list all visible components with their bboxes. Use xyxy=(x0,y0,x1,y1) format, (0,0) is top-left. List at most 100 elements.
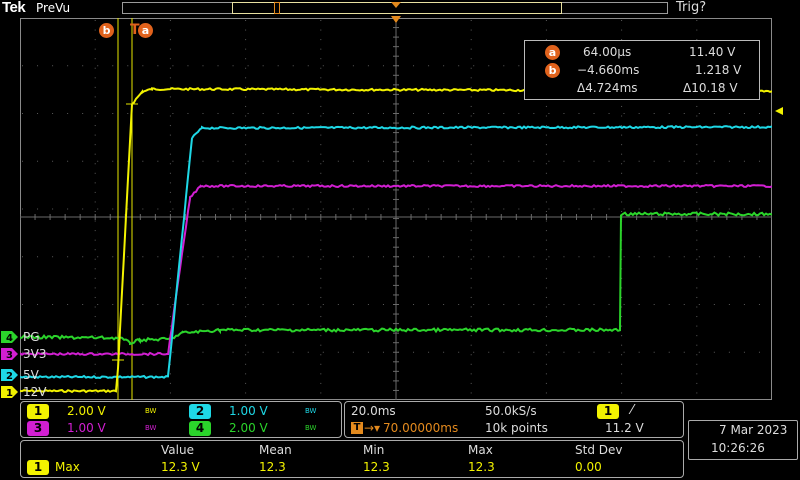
grid-dot xyxy=(623,256,625,258)
trigger-slope-icon[interactable]: ⁄ xyxy=(631,403,633,418)
grid-dot xyxy=(621,363,623,365)
grid-dot xyxy=(443,160,445,162)
grid-dot xyxy=(97,256,99,258)
timebase-panel[interactable]: 20.0ms 50.0kS/s T →▾ 70.00000ms 10k poin… xyxy=(344,401,684,438)
grid-dot xyxy=(413,160,415,162)
cursor-delta-volt: Δ10.18 V xyxy=(683,81,738,95)
grid-dot xyxy=(352,65,354,67)
grid-dot xyxy=(518,65,520,67)
grid-dot xyxy=(470,67,472,69)
cursor-b-label[interactable]: b xyxy=(99,23,114,38)
grid-dot xyxy=(169,230,171,232)
record-length[interactable]: 10k points xyxy=(485,421,548,436)
grid-dot xyxy=(382,65,384,67)
ch1-scale[interactable]: 2.00 V xyxy=(67,404,106,419)
grid-dot xyxy=(470,77,472,79)
grid-dot xyxy=(593,351,595,353)
grid-dot xyxy=(187,65,189,67)
grid-dot xyxy=(320,20,322,21)
grid-dot xyxy=(352,304,354,305)
grid-dot xyxy=(307,65,309,67)
grid-dot xyxy=(743,304,745,305)
grid-dot xyxy=(157,113,159,114)
ch2-scale[interactable]: 1.00 V xyxy=(229,404,268,419)
grid-dot xyxy=(713,160,715,162)
grid-dot xyxy=(262,113,264,114)
grid-dot xyxy=(545,335,547,337)
grid-dot xyxy=(94,258,96,260)
grid-dot xyxy=(169,268,171,270)
grid-dot xyxy=(443,113,445,114)
grid-dot xyxy=(94,382,96,384)
grid-dot xyxy=(320,277,322,279)
trigger-level[interactable]: 11.2 V xyxy=(605,421,644,436)
grid-dot xyxy=(245,220,247,222)
grid-dot xyxy=(593,208,595,210)
cursor-readout[interactable]: a 64.00µs 11.40 V b −4.660ms 1.218 V Δ4.… xyxy=(524,40,760,100)
trigger-level-arrow-icon[interactable] xyxy=(774,106,784,116)
grid-dot xyxy=(169,392,171,394)
grid-dot xyxy=(653,208,655,210)
sample-rate: 50.0kS/s xyxy=(485,404,537,418)
grid-dot xyxy=(245,335,247,337)
grid-dot xyxy=(320,392,322,394)
grid-dot xyxy=(533,351,535,353)
grid-dot xyxy=(608,351,610,353)
grid-dot xyxy=(545,163,547,165)
grid-dot xyxy=(112,351,114,353)
grid-dot xyxy=(320,325,322,327)
grid-dot xyxy=(112,160,114,162)
horizontal-position[interactable]: 70.00000ms xyxy=(383,421,458,436)
grid-dot xyxy=(169,125,171,127)
ch3-button[interactable]: 3 xyxy=(27,421,49,436)
ch2-bw-limit: BW xyxy=(305,407,317,415)
grid-dot xyxy=(382,208,384,210)
grid-dot xyxy=(247,65,249,67)
grid-dot xyxy=(413,65,415,67)
ch2-button[interactable]: 2 xyxy=(189,404,211,419)
grid-dot xyxy=(458,304,460,305)
ch3-scale[interactable]: 1.00 V xyxy=(67,421,106,436)
grid-dot xyxy=(94,277,96,279)
grid-dot xyxy=(548,256,550,258)
ch4-button[interactable]: 4 xyxy=(189,421,211,436)
table-row[interactable]: 1 Max 12.3 V 12.3 12.3 12.3 0.00 xyxy=(21,460,681,476)
grid-dot xyxy=(127,304,129,305)
meas-header-min: Min xyxy=(363,443,385,457)
grid-dot xyxy=(94,77,96,79)
grid-dot xyxy=(696,230,698,232)
grid-dot xyxy=(172,256,174,258)
grid-dot xyxy=(545,382,547,384)
trigger-position-icon[interactable] xyxy=(391,16,401,23)
grid-dot xyxy=(94,373,96,375)
grid-dot xyxy=(320,125,322,127)
horizontal-scale[interactable]: 20.0ms xyxy=(351,404,396,419)
grid-dot xyxy=(470,211,472,212)
ch1-button[interactable]: 1 xyxy=(27,404,49,419)
grid-dot xyxy=(545,268,547,270)
grid-dot xyxy=(320,67,322,69)
grid-dot xyxy=(470,105,472,107)
trigger-source-badge[interactable]: 1 xyxy=(597,404,619,419)
measurements-panel[interactable]: Value Mean Min Max Std Dev 1 Max 12.3 V … xyxy=(20,440,684,478)
meas-header-max: Max xyxy=(468,443,493,457)
grid-dot xyxy=(112,208,114,210)
grid-dot xyxy=(696,220,698,222)
grid-dot xyxy=(470,325,472,327)
grid-dot xyxy=(443,304,445,305)
grid-dot xyxy=(503,160,505,162)
grid-dot xyxy=(743,256,745,258)
grid-dot xyxy=(245,316,247,318)
grid-dot xyxy=(758,113,760,114)
datetime-display: 7 Mar 2023 10:26:26 xyxy=(688,420,798,460)
grid-dot xyxy=(320,211,322,212)
cursor-a-label[interactable]: a xyxy=(138,23,153,38)
grid-dot xyxy=(413,208,415,210)
ch4-scale[interactable]: 2.00 V xyxy=(229,421,268,436)
grid-dot xyxy=(320,344,322,346)
grid-dot xyxy=(621,382,623,384)
grid-dot xyxy=(713,304,715,305)
grid-dot xyxy=(322,65,324,67)
grid-dot xyxy=(545,144,547,146)
grid-dot xyxy=(245,48,247,50)
